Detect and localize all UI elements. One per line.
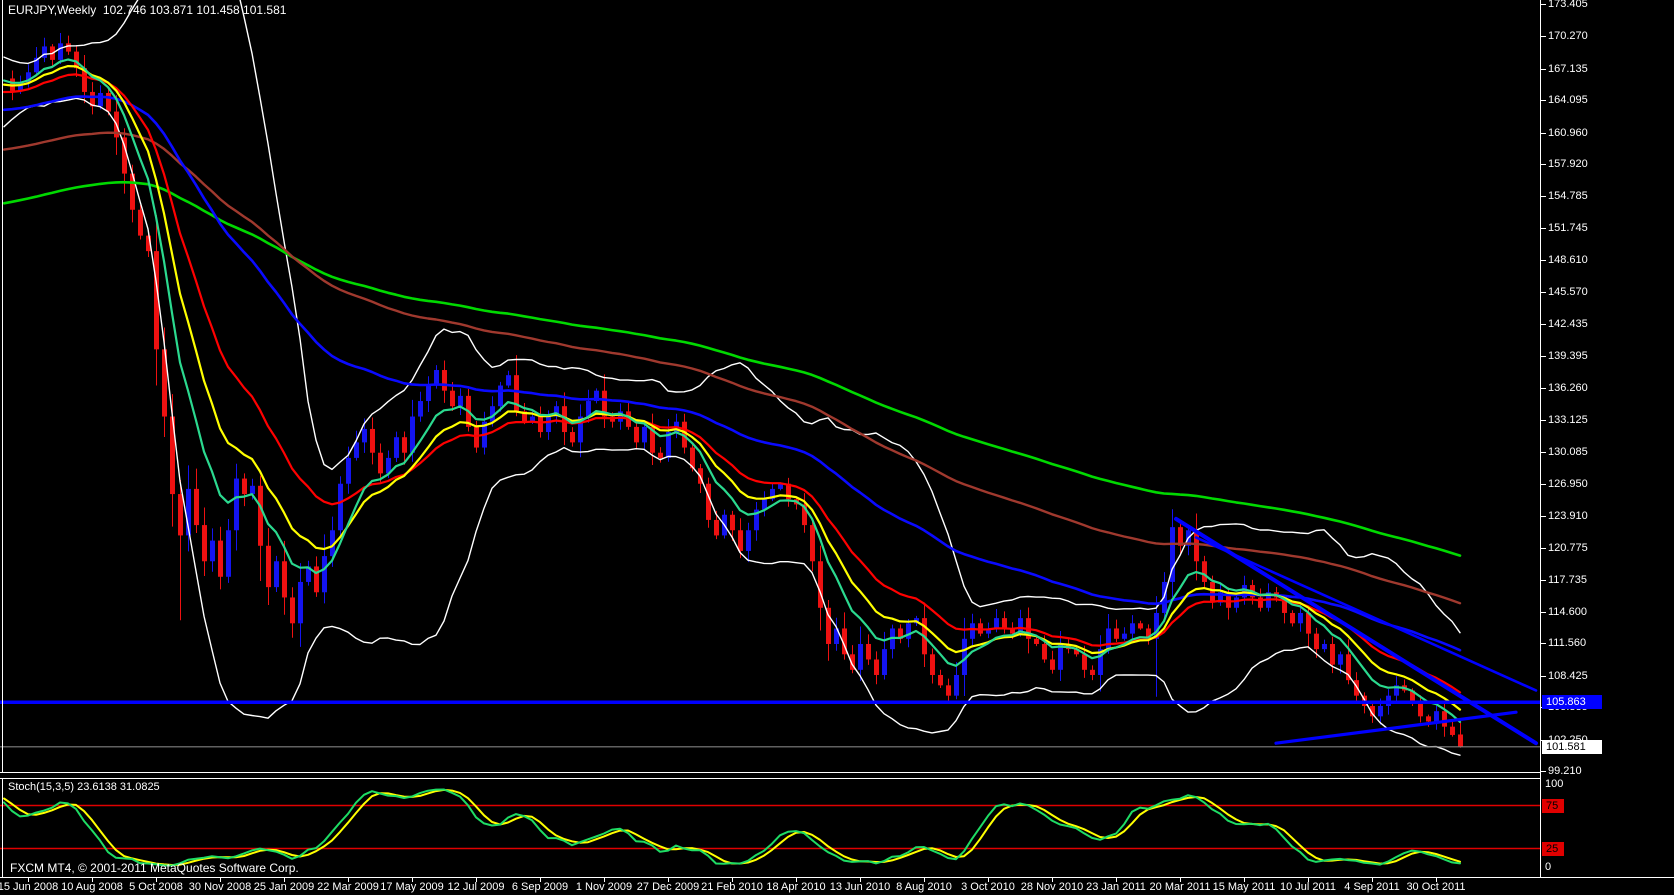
price-axis-tick	[1541, 100, 1546, 101]
price-axis-tick	[1541, 69, 1546, 70]
hline-price-label: 105.863	[1542, 695, 1602, 709]
stoch-level-75-label: 75	[1542, 799, 1564, 813]
price-axis-label: 167.135	[1548, 63, 1588, 76]
price-axis-label: 114.600	[1548, 606, 1587, 619]
price-axis-label: 157.920	[1548, 158, 1588, 171]
platform-copyright: FXCM MT4, © 2001-2011 MetaQuotes Softwar…	[10, 861, 299, 875]
price-axis-tick	[1541, 292, 1546, 293]
date-axis-label: 5 Oct 2008	[129, 881, 183, 893]
price-axis-label: 145.570	[1548, 286, 1588, 299]
price-axis-label: 164.095	[1548, 94, 1588, 107]
price-axis[interactable]: 173.405 170.270 167.135 164.095 160.960 157.9…	[1540, 0, 1674, 878]
date-axis-label: 6 Sep 2009	[512, 881, 568, 893]
price-axis-tick	[1541, 324, 1546, 325]
price-axis-label: 130.085	[1548, 446, 1588, 459]
price-axis-tick	[1541, 676, 1546, 677]
price-axis-tick	[1541, 228, 1546, 229]
date-axis-label: 28 Nov 2010	[1021, 881, 1083, 893]
price-axis-label: 160.960	[1548, 127, 1588, 140]
date-axis-label: 13 Jun 2010	[830, 881, 891, 893]
date-axis-label: 30 Oct 2011	[1406, 881, 1465, 893]
date-axis-label: 18 Apr 2010	[766, 881, 825, 893]
price-axis-tick	[1541, 612, 1546, 613]
price-axis-tick	[1541, 452, 1546, 453]
date-axis-label: 30 Nov 2008	[189, 881, 251, 893]
price-axis-label: 120.775	[1548, 542, 1588, 555]
date-axis-label: 8 Aug 2010	[896, 881, 952, 893]
price-axis-label: 117.735	[1548, 574, 1587, 587]
chart-title-ohlc: EURJPY,Weekly 102.746 103.871 101.458 10…	[8, 3, 286, 17]
stochastic-indicator-label: Stoch(15,3,5) 23.6138 31.0825	[8, 781, 160, 793]
price-axis-tick	[1541, 548, 1546, 549]
date-axis-label: 15 Jun 2008	[0, 881, 58, 893]
price-axis-label: 139.395	[1548, 350, 1588, 363]
price-axis-tick	[1541, 484, 1546, 485]
price-axis-label: 126.950	[1548, 478, 1588, 491]
stoch-level-25-label: 25	[1542, 842, 1564, 856]
date-axis-label: 10 Jul 2011	[1280, 881, 1336, 893]
price-axis-tick	[1541, 771, 1546, 772]
date-axis[interactable]: 15 Jun 200810 Aug 2008 5 Oct 2008 30 Nov 2…	[0, 878, 1674, 895]
price-axis-tick	[1541, 516, 1546, 517]
chart-window: EURJPY,Weekly 102.746 103.871 101.458 10…	[0, 0, 1674, 895]
price-axis-label: 148.610	[1548, 254, 1588, 267]
price-axis-label: 151.745	[1548, 222, 1588, 235]
price-axis-label: 173.405	[1548, 0, 1588, 11]
chart-left-border	[2, 0, 3, 877]
date-axis-label: 10 Aug 2008	[61, 881, 123, 893]
price-axis-tick	[1541, 388, 1546, 389]
date-axis-separator	[0, 877, 1674, 878]
date-axis-label: 20 Mar 2011	[1150, 881, 1211, 893]
price-axis-label: 99.210	[1548, 765, 1582, 778]
price-axis-label: 154.785	[1548, 190, 1588, 203]
price-axis-tick	[1541, 356, 1546, 357]
panel-splitter[interactable]	[0, 772, 1540, 779]
date-axis-label: 27 Dec 2009	[637, 881, 699, 893]
price-axis-tick	[1541, 580, 1546, 581]
price-axis-label: 136.260	[1548, 382, 1588, 395]
date-axis-label: 25 Jan 2009	[254, 881, 315, 893]
price-axis-label: 108.425	[1548, 670, 1588, 683]
price-axis-tick	[1541, 36, 1546, 37]
date-axis-label: 4 Sep 2011	[1344, 881, 1399, 893]
price-axis-tick	[1541, 643, 1546, 644]
date-axis-label: 12 Jul 2009	[448, 881, 505, 893]
price-axis-label: 123.910	[1548, 510, 1588, 523]
date-axis-label: 23 Jan 2011	[1086, 881, 1146, 893]
price-axis-tick	[1541, 420, 1546, 421]
price-axis-tick	[1541, 196, 1546, 197]
date-axis-label: 1 Nov 2009	[576, 881, 632, 893]
date-axis-label: 22 Mar 2009	[317, 881, 379, 893]
price-axis-tick	[1541, 4, 1546, 5]
price-axis-tick	[1541, 260, 1546, 261]
price-axis-label: 111.560	[1548, 637, 1586, 650]
date-axis-label: 21 Feb 2010	[701, 881, 763, 893]
price-axis-tick	[1541, 133, 1546, 134]
stoch-axis-0: 0	[1545, 861, 1551, 874]
stoch-axis-100: 100	[1545, 778, 1563, 791]
date-axis-label: 15 May 2011	[1213, 881, 1276, 893]
price-axis-label: 142.435	[1548, 318, 1588, 331]
date-axis-label: 3 Oct 2010	[961, 881, 1015, 893]
price-axis-label: 170.270	[1548, 30, 1588, 43]
current-price-label: 101.581	[1542, 740, 1602, 754]
date-axis-label: 17 May 2009	[380, 881, 444, 893]
main-chart-canvas[interactable]	[0, 0, 1540, 777]
price-axis-tick	[1541, 164, 1546, 165]
price-axis-label: 133.125	[1548, 414, 1588, 427]
